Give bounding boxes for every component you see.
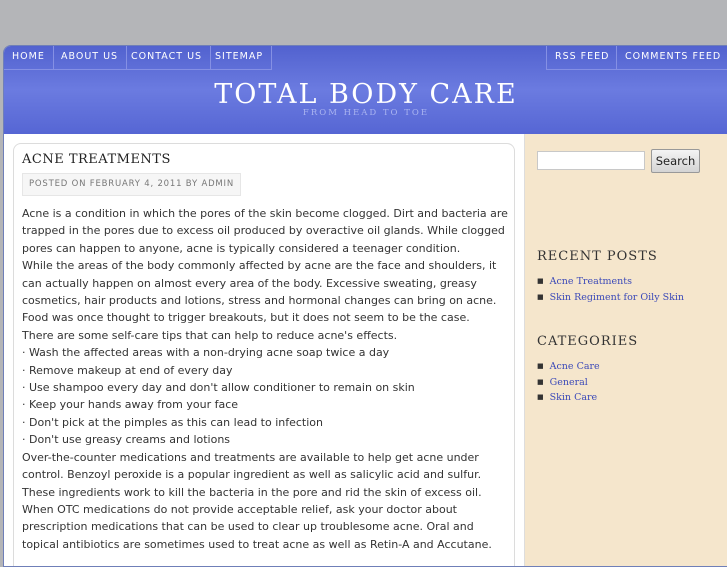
post-list-item: · Use shampoo every day and don't allow …: [22, 381, 415, 395]
post-list-item: · Don't use greasy creams and lotions: [22, 433, 231, 447]
search-input[interactable]: [537, 151, 645, 170]
categories-list: ■ Acne Care ■ General ■ Skin Care: [537, 359, 600, 406]
sidebar: Search RECENT POSTS ■ Acne Treatments ■ Sk…: [525, 134, 727, 566]
categories-title: CATEGORIES: [537, 334, 639, 349]
post-list-item: · Don't pick at the pimples as this can …: [22, 415, 324, 429]
recent-post-link[interactable]: ■ Acne Treatments: [537, 274, 684, 290]
site-description: FROM HEAD TO TOE: [302, 108, 430, 118]
nav-home[interactable]: HOME: [4, 46, 54, 70]
post-list-item: · Remove makeup at end of every day: [22, 363, 233, 377]
post-paragraph: Acne is a condition in which the pores o…: [22, 207, 508, 255]
recent-posts-list: ■ Acne Treatments ■ Skin Regiment for Oily…: [537, 274, 684, 305]
nav-about-us[interactable]: ABOUT US: [53, 46, 128, 70]
main-content: ACNE TREATMENTS POSTED ON FEBRUARY 4, 20…: [4, 134, 525, 566]
bullet-icon: ■: [537, 393, 544, 401]
nav-rss-feed[interactable]: RSS FEED: [546, 46, 618, 70]
search-button[interactable]: Search: [651, 149, 700, 173]
post-list-item: · Keep your hands away from your face: [22, 398, 239, 412]
post-list-item: · Wash the affected areas with a non-dry…: [22, 346, 390, 360]
category-link[interactable]: ■ Skin Care: [537, 390, 600, 406]
site-header: HOME ABOUT US CONTACT US SITEMAP RSS FEE…: [4, 46, 727, 134]
category-link[interactable]: ■ General: [537, 375, 600, 391]
post-body: Acne is a condition in which the pores o…: [22, 205, 508, 553]
recent-posts-title: RECENT POSTS: [537, 249, 658, 264]
bullet-icon: ■: [537, 292, 544, 301]
bullet-icon: ■: [537, 362, 544, 370]
nav-sitemap[interactable]: SITEMAP: [207, 46, 273, 70]
bullet-icon: ■: [537, 277, 544, 285]
post-paragraph: Over-the-counter medications and treatme…: [22, 450, 492, 551]
bullet-icon: ■: [537, 377, 544, 386]
nav-comments-feed[interactable]: COMMENTS FEED: [616, 46, 727, 70]
category-link[interactable]: ■ Acne Care: [537, 359, 600, 375]
site-title[interactable]: TOTAL BODY CARE: [4, 79, 727, 110]
post-meta: POSTED ON FEBRUARY 4, 2011 BY ADMIN: [22, 173, 242, 196]
post-paragraph: While the areas of the body commonly aff…: [22, 259, 497, 325]
nav-contact-us[interactable]: CONTACT US: [123, 46, 212, 70]
post-paragraph: There are some self-care tips that can h…: [22, 328, 398, 342]
recent-post-link[interactable]: ■ Skin Regiment for Oily Skin: [537, 290, 684, 306]
post-title[interactable]: ACNE TREATMENTS: [22, 152, 171, 167]
post: ACNE TREATMENTS POSTED ON FEBRUARY 4, 20…: [13, 143, 515, 566]
page-frame: HOME ABOUT US CONTACT US SITEMAP RSS FEE…: [3, 45, 727, 567]
